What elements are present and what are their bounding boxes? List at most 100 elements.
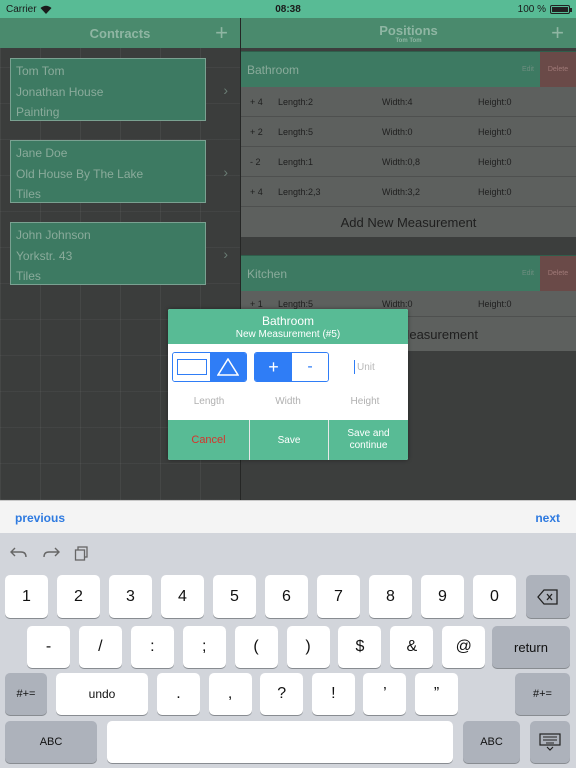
key[interactable]: ” <box>415 673 458 715</box>
triangle-icon <box>217 358 239 376</box>
key[interactable]: 4 <box>161 575 204 618</box>
symbols-key-right[interactable]: #+= <box>515 673 570 715</box>
plus-button[interactable]: + <box>255 353 292 381</box>
contract-card[interactable]: Jane Doe Old House By The Lake Tiles <box>10 140 206 203</box>
rectangle-icon <box>176 359 207 375</box>
return-key[interactable]: return <box>492 626 570 668</box>
battery-icon <box>550 4 572 14</box>
key[interactable]: 3 <box>109 575 152 618</box>
key[interactable]: ! <box>311 673 355 715</box>
previous-button[interactable]: previous <box>15 511 65 525</box>
height-field[interactable]: Height <box>325 396 405 407</box>
abc-key-right[interactable]: ABC <box>463 721 520 763</box>
shape-selector <box>172 352 247 382</box>
symbols-key[interactable]: #+= <box>5 673 47 715</box>
measurement-length: Length:1 <box>278 156 314 167</box>
undo-key[interactable]: undo <box>56 673 148 715</box>
measurement-row[interactable]: + 2 Length:5 Width:0 Height:0 <box>241 117 576 147</box>
measurement-qty: + 4 <box>250 186 263 197</box>
section-header-kitchen[interactable]: Kitchen Edit Delete <box>241 255 576 291</box>
contracts-title: Contracts <box>89 25 151 41</box>
contract-project: Old House By The Lake <box>16 166 144 181</box>
key[interactable]: 6 <box>265 575 308 618</box>
key[interactable]: @ <box>442 626 486 668</box>
next-button[interactable]: next <box>535 511 560 525</box>
keyboard-tools <box>10 545 90 561</box>
key[interactable]: 8 <box>369 575 412 618</box>
key[interactable]: ; <box>182 626 226 668</box>
measurement-qty: + 2 <box>250 126 263 137</box>
key[interactable]: 0 <box>473 575 516 618</box>
measurement-qty: - 2 <box>250 156 261 167</box>
key[interactable]: / <box>78 626 122 668</box>
save-button[interactable]: Save <box>250 420 329 460</box>
key[interactable]: 9 <box>421 575 464 618</box>
key[interactable]: ? <box>260 673 304 715</box>
contract-name: John Johnson <box>16 228 91 242</box>
key[interactable]: : <box>130 626 174 668</box>
measurement-width: Width:3,2 <box>382 186 421 197</box>
contract-trade: Painting <box>16 105 60 119</box>
section-name: Bathroom <box>247 62 300 77</box>
chevron-right-icon: › <box>223 246 228 262</box>
add-position-button[interactable]: + <box>551 20 564 46</box>
contract-card[interactable]: Tom Tom Jonathan House Painting <box>10 58 206 121</box>
measurement-row[interactable]: + 4 Length:2,3 Width:3,2 Height:0 <box>241 177 576 207</box>
measurement-length: Length:5 <box>278 126 314 137</box>
backspace-icon <box>537 588 558 605</box>
status-time: 08:38 <box>275 3 301 15</box>
unit-input[interactable]: Unit <box>336 352 404 382</box>
key[interactable]: . <box>157 673 200 715</box>
dialog-subtitle: New Measurement (#5) <box>235 329 341 340</box>
cancel-button[interactable]: Cancel <box>168 420 250 460</box>
add-measurement-button[interactable]: Add New Measurement <box>241 207 576 237</box>
keyboard-accessory-bar: previous next <box>0 500 576 533</box>
paste-icon[interactable] <box>74 545 90 561</box>
measurement-row[interactable]: - 2 Length:1 Width:0,8 Height:0 <box>241 147 576 177</box>
add-contract-button[interactable]: + <box>215 20 228 46</box>
delete-key[interactable] <box>526 575 570 618</box>
positions-navbar: Positions Tom Tom + <box>241 18 576 48</box>
measurement-width: Width:4 <box>382 96 413 107</box>
key[interactable]: - <box>27 626 70 668</box>
section-name: Kitchen <box>247 266 288 281</box>
contract-project: Yorkstr. 43 <box>16 248 73 263</box>
abc-key-left[interactable]: ABC <box>5 721 97 763</box>
section-delete-button[interactable]: Delete <box>540 52 576 87</box>
width-field[interactable]: Width <box>248 396 328 407</box>
section-header-bathroom[interactable]: Bathroom Edit Delete <box>241 51 576 87</box>
dialog-buttons: Cancel Save Save and continue <box>168 420 408 460</box>
key[interactable]: ) <box>286 626 330 668</box>
contract-trade: Tiles <box>16 187 41 201</box>
positions-subtitle: Tom Tom <box>395 37 422 44</box>
keyboard: 1234567890 - /:;() $ & @ .,?!’” return #+= u… <box>0 533 576 768</box>
triangle-shape-button[interactable] <box>210 353 246 381</box>
contract-card[interactable]: John Johnson Yorkstr. 43 Tiles <box>10 222 206 285</box>
chevron-right-icon: › <box>223 164 228 180</box>
measurement-height: Height:0 <box>478 156 512 167</box>
measurement-row[interactable]: + 4 Length:2 Width:4 Height:0 <box>241 87 576 117</box>
save-and-continue-button[interactable]: Save and continue <box>329 420 408 460</box>
key[interactable]: ’ <box>363 673 407 715</box>
key[interactable]: 7 <box>317 575 360 618</box>
key[interactable]: $ <box>338 626 382 668</box>
key[interactable]: & <box>390 626 434 668</box>
section-edit-button[interactable]: Edit <box>522 66 534 73</box>
section-delete-button[interactable]: Delete <box>540 256 576 291</box>
length-field[interactable]: Length <box>169 396 249 407</box>
key[interactable]: 1 <box>5 575 48 618</box>
space-key[interactable] <box>107 721 453 763</box>
redo-icon[interactable] <box>42 545 60 561</box>
undo-icon[interactable] <box>10 545 28 561</box>
minus-button[interactable]: - <box>292 353 328 381</box>
key[interactable]: 5 <box>213 575 256 618</box>
rectangle-shape-button[interactable] <box>173 353 210 381</box>
new-measurement-dialog: Bathroom New Measurement (#5) + - Unit L… <box>168 309 408 460</box>
contract-trade: Tiles <box>16 269 41 283</box>
section-edit-button[interactable]: Edit <box>522 270 534 277</box>
dismiss-keyboard-key[interactable] <box>530 721 570 763</box>
key[interactable]: ( <box>234 626 278 668</box>
measurement-height: Height:0 <box>478 126 512 137</box>
key[interactable]: , <box>208 673 252 715</box>
key[interactable]: 2 <box>57 575 100 618</box>
